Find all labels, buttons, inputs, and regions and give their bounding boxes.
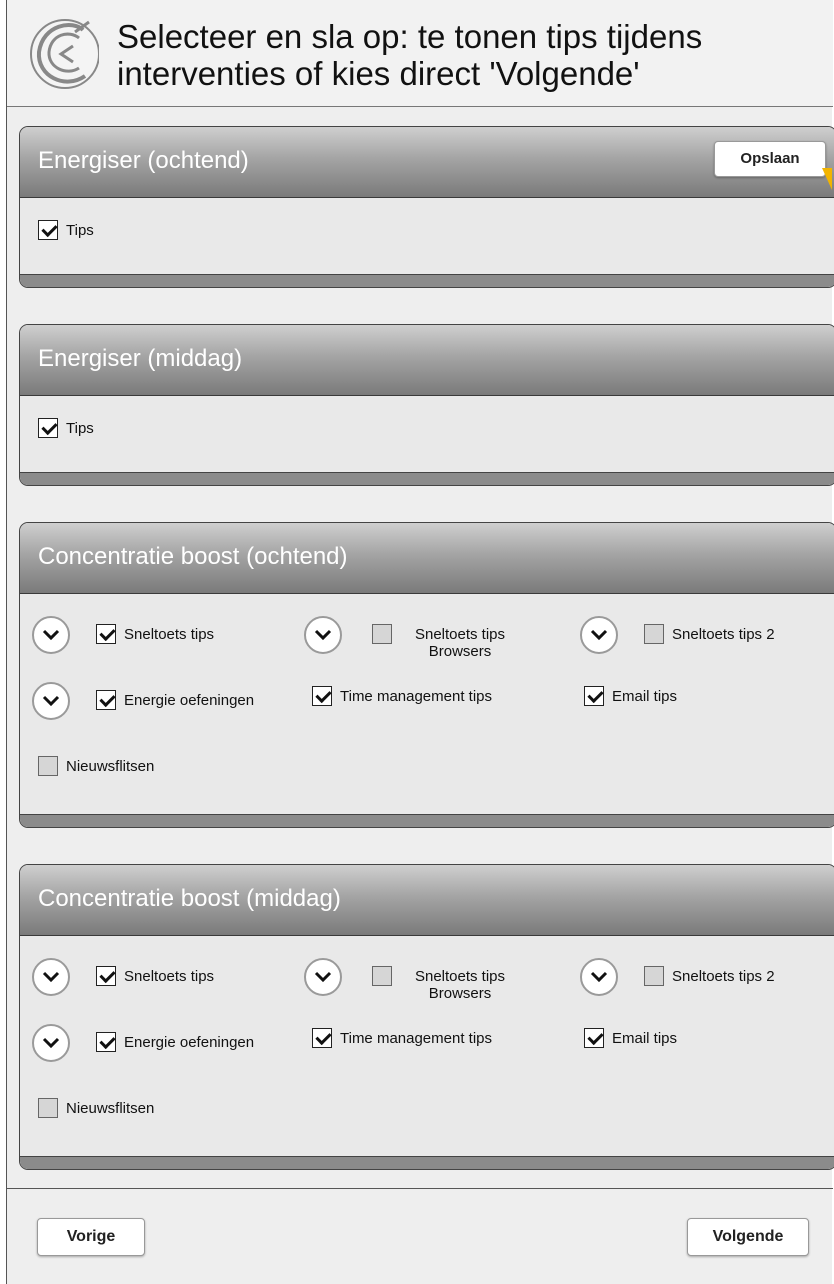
- page-header: Selecteer en sla op: te tonen tips tijde…: [7, 0, 833, 107]
- panel-header: Concentratie boost (ochtend): [20, 523, 834, 594]
- option-email-tips[interactable]: Email tips: [584, 686, 677, 706]
- option-tips[interactable]: Tips: [38, 418, 94, 438]
- panel-title: Concentratie boost (ochtend): [38, 543, 348, 570]
- panel-header: Concentratie boost (middag): [20, 865, 834, 936]
- option-label: Energie oefeningen: [124, 1034, 255, 1051]
- checkbox[interactable]: [644, 966, 664, 986]
- option-label: Sneltoets tips 2: [672, 968, 775, 985]
- panel-footer: [20, 274, 834, 287]
- panel-body: Sneltoets tips Sneltoets tips Browsers S…: [20, 594, 834, 827]
- checkbox[interactable]: [38, 418, 58, 438]
- save-button[interactable]: Opslaan: [714, 141, 826, 177]
- panel-footer: [20, 814, 834, 827]
- option-time-management[interactable]: Time management tips: [312, 1028, 492, 1048]
- option-label: Tips: [66, 222, 94, 239]
- next-button[interactable]: Volgende: [687, 1218, 809, 1256]
- c-logo-icon: [29, 16, 100, 92]
- panel-footer: [20, 472, 834, 485]
- panel-energiser-middag: Energiser (middag) Tips: [19, 324, 834, 486]
- panel-header: Energiser (ochtend) Opslaan: [20, 127, 834, 198]
- page-title: Selecteer en sla op: te tonen tips tijde…: [117, 18, 703, 92]
- option-energie-oefeningen[interactable]: Energie oefeningen: [96, 690, 254, 710]
- panel-concentratie-ochtend: Concentratie boost (ochtend) Sneltoets t…: [19, 522, 834, 828]
- option-sneltoets-tips-2[interactable]: Sneltoets tips 2: [644, 966, 775, 986]
- option-label: Nieuwsflitsen: [66, 1100, 155, 1117]
- option-sneltoets-tips[interactable]: Sneltoets tips: [96, 624, 214, 644]
- panel-title: Energiser (middag): [38, 345, 243, 372]
- option-sneltoets-tips[interactable]: Sneltoets tips: [96, 966, 214, 986]
- checkbox[interactable]: [96, 1032, 116, 1052]
- option-label: Sneltoets tips 2: [672, 626, 775, 643]
- checkbox[interactable]: [312, 1028, 332, 1048]
- chevron-down-icon[interactable]: [32, 682, 70, 720]
- chevron-down-icon[interactable]: [32, 958, 70, 996]
- panel-footer: [20, 1156, 834, 1169]
- checkbox[interactable]: [38, 220, 58, 240]
- option-nieuwsflitsen[interactable]: Nieuwsflitsen: [38, 756, 154, 776]
- option-label: Sneltoets tips Browsers: [414, 626, 506, 660]
- footer-divider: [7, 1188, 833, 1189]
- option-email-tips[interactable]: Email tips: [584, 1028, 677, 1048]
- option-label: Time management tips: [340, 688, 493, 705]
- checkbox[interactable]: [96, 690, 116, 710]
- checkbox[interactable]: [96, 966, 116, 986]
- chevron-down-icon[interactable]: [580, 616, 618, 654]
- option-label: Time management tips: [340, 1030, 493, 1047]
- option-label: Tips: [66, 420, 94, 437]
- option-sneltoets-browsers[interactable]: Sneltoets tips Browsers: [372, 966, 520, 1002]
- panel-energiser-ochtend: Energiser (ochtend) Opslaan Tips: [19, 126, 834, 288]
- option-time-management[interactable]: Time management tips: [312, 686, 492, 706]
- chevron-down-icon[interactable]: [304, 958, 342, 996]
- panel-body: Sneltoets tips Sneltoets tips Browsers S…: [20, 936, 834, 1169]
- chevron-down-icon[interactable]: [32, 616, 70, 654]
- checkbox[interactable]: [312, 686, 332, 706]
- pointer-cursor-icon: [822, 168, 832, 190]
- option-label: Email tips: [612, 1030, 678, 1047]
- checkbox[interactable]: [584, 1028, 604, 1048]
- checkbox[interactable]: [584, 686, 604, 706]
- option-sneltoets-browsers[interactable]: Sneltoets tips Browsers: [372, 624, 520, 660]
- panel-concentratie-middag: Concentratie boost (middag) Sneltoets ti…: [19, 864, 834, 1170]
- option-label: Sneltoets tips Browsers: [414, 968, 506, 1002]
- panel-title: Energiser (ochtend): [38, 147, 249, 174]
- checkbox[interactable]: [38, 756, 58, 776]
- checkbox[interactable]: [644, 624, 664, 644]
- panel-body: Tips: [20, 198, 834, 287]
- option-label: Energie oefeningen: [124, 692, 255, 709]
- option-label: Nieuwsflitsen: [66, 758, 155, 775]
- panel-title: Concentratie boost (middag): [38, 885, 341, 912]
- panel-body: Tips: [20, 396, 834, 485]
- chevron-down-icon[interactable]: [32, 1024, 70, 1062]
- option-label: Email tips: [612, 688, 678, 705]
- option-energie-oefeningen[interactable]: Energie oefeningen: [96, 1032, 254, 1052]
- settings-window: Selecteer en sla op: te tonen tips tijde…: [6, 0, 834, 1284]
- previous-button[interactable]: Vorige: [37, 1218, 145, 1256]
- option-nieuwsflitsen[interactable]: Nieuwsflitsen: [38, 1098, 154, 1118]
- checkbox[interactable]: [96, 624, 116, 644]
- checkbox[interactable]: [372, 966, 392, 986]
- option-label: Sneltoets tips: [124, 968, 215, 985]
- option-sneltoets-tips-2[interactable]: Sneltoets tips 2: [644, 624, 775, 644]
- panel-header: Energiser (middag): [20, 325, 834, 396]
- option-label: Sneltoets tips: [124, 626, 215, 643]
- checkbox[interactable]: [38, 1098, 58, 1118]
- checkbox[interactable]: [372, 624, 392, 644]
- option-tips[interactable]: Tips: [38, 220, 94, 240]
- chevron-down-icon[interactable]: [580, 958, 618, 996]
- chevron-down-icon[interactable]: [304, 616, 342, 654]
